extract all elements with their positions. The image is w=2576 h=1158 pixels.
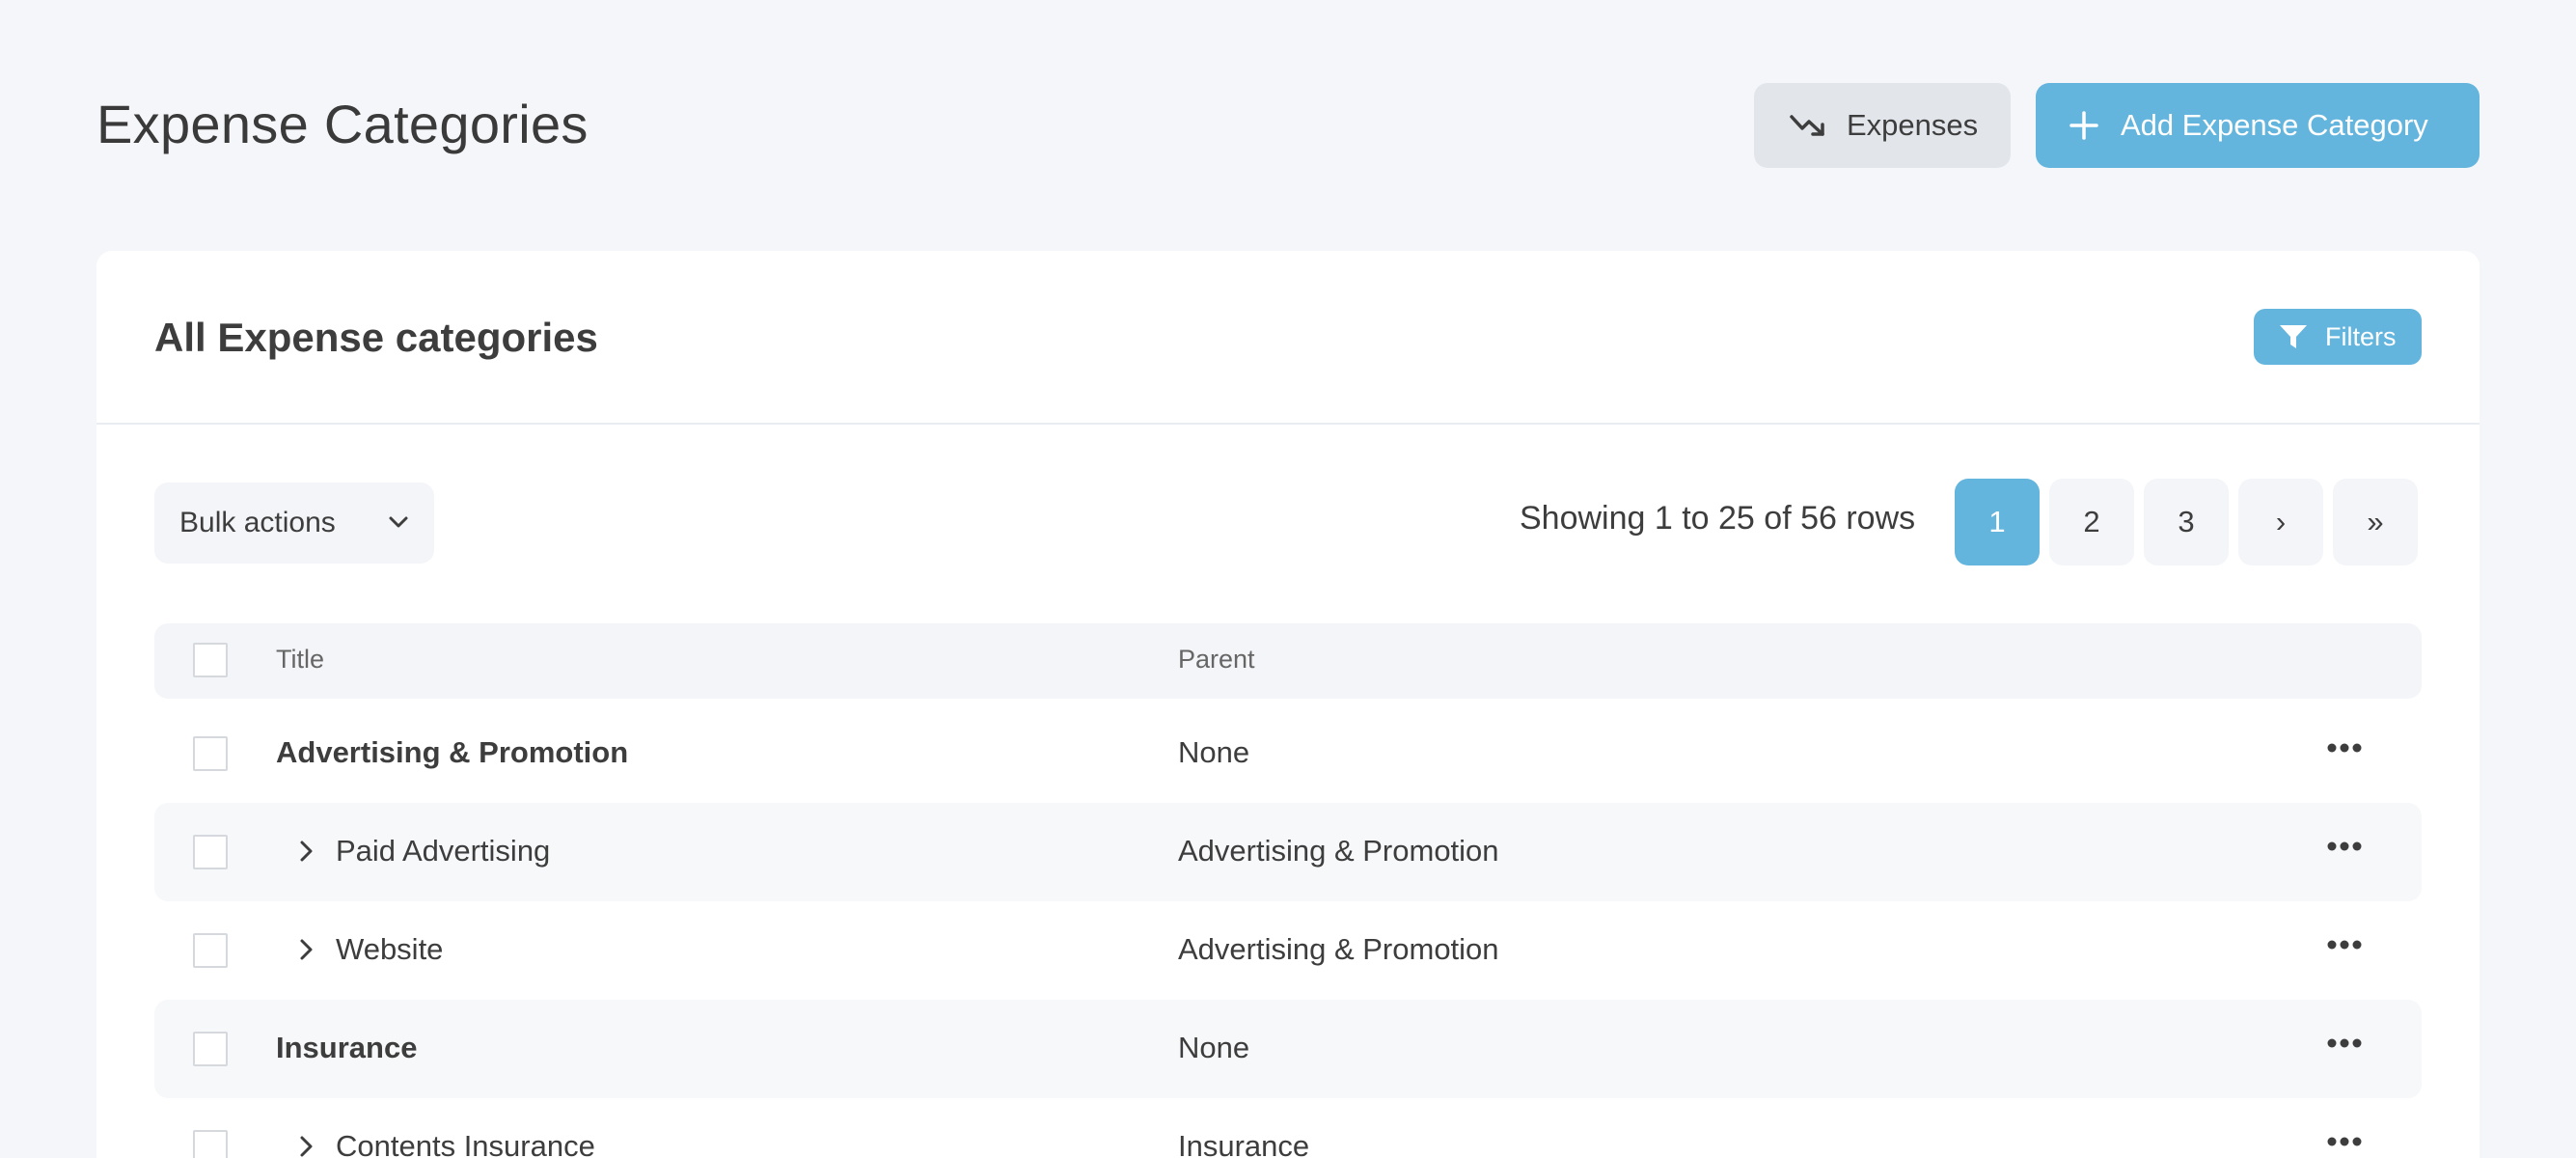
trending-down-icon xyxy=(1790,115,1824,136)
row-checkbox[interactable] xyxy=(193,835,228,869)
row-checkbox[interactable] xyxy=(193,933,228,968)
card-title: All Expense categories xyxy=(154,315,598,360)
add-expense-category-button[interactable]: Add Expense Category xyxy=(2036,83,2480,168)
last-page-button[interactable]: » xyxy=(2333,479,2418,565)
more-horizontal-icon[interactable] xyxy=(2327,840,2362,853)
bulk-actions-label: Bulk actions xyxy=(179,507,336,538)
table-row[interactable]: Contents Insurance Insurance xyxy=(154,1098,2422,1158)
add-expense-category-label: Add Expense Category xyxy=(2121,108,2428,142)
column-header-parent[interactable]: Parent xyxy=(1178,645,1255,675)
expenses-button-label: Expenses xyxy=(1847,108,1979,142)
page-button-2[interactable]: 2 xyxy=(2049,479,2134,565)
bulk-actions-select[interactable]: Bulk actions xyxy=(154,482,434,564)
expenses-button[interactable]: Expenses xyxy=(1754,83,2011,168)
page-title: Expense Categories xyxy=(96,94,589,154)
chevron-right-icon xyxy=(300,939,313,960)
row-parent: None xyxy=(1178,1031,1250,1064)
filters-button[interactable]: Filters xyxy=(2254,309,2422,365)
row-parent: None xyxy=(1178,735,1250,769)
divider xyxy=(96,423,2480,425)
row-checkbox[interactable] xyxy=(193,1032,228,1066)
table-row[interactable]: Website Advertising & Promotion xyxy=(154,901,2422,1000)
pagination-info: Showing 1 to 25 of 56 rows xyxy=(1520,500,1916,537)
more-horizontal-icon[interactable] xyxy=(2327,1135,2362,1148)
row-checkbox[interactable] xyxy=(193,736,228,771)
next-page-button[interactable]: › xyxy=(2238,479,2323,565)
more-horizontal-icon[interactable] xyxy=(2327,938,2362,951)
categories-card: All Expense categories Filters Bulk acti… xyxy=(96,251,2480,1158)
table-row[interactable]: Advertising & Promotion None xyxy=(154,704,2422,803)
row-title[interactable]: Website xyxy=(336,932,443,967)
row-title[interactable]: Contents Insurance xyxy=(336,1129,595,1158)
chevron-down-icon xyxy=(389,516,408,528)
plus-icon xyxy=(2069,111,2098,140)
row-checkbox[interactable] xyxy=(193,1130,228,1158)
filter-icon xyxy=(2280,325,2307,348)
row-title[interactable]: Insurance xyxy=(276,1031,417,1065)
chevron-right-icon xyxy=(300,1136,313,1157)
select-all-checkbox[interactable] xyxy=(193,643,228,677)
page-button-1[interactable]: 1 xyxy=(1955,479,2040,565)
chevron-right-icon xyxy=(300,841,313,862)
table-header: Title Parent xyxy=(154,623,2422,699)
row-title[interactable]: Advertising & Promotion xyxy=(276,735,628,770)
page: Expense Categories Expenses Add Expense … xyxy=(0,0,2576,1158)
row-title[interactable]: Paid Advertising xyxy=(336,834,550,868)
row-parent: Advertising & Promotion xyxy=(1178,932,1499,966)
row-parent: Advertising & Promotion xyxy=(1178,834,1499,868)
table-row[interactable]: Insurance None xyxy=(154,1000,2422,1098)
more-horizontal-icon[interactable] xyxy=(2327,741,2362,755)
filters-label: Filters xyxy=(2325,321,2397,351)
column-header-title[interactable]: Title xyxy=(276,645,324,675)
row-parent: Insurance xyxy=(1178,1129,1310,1158)
page-button-3[interactable]: 3 xyxy=(2144,479,2229,565)
more-horizontal-icon[interactable] xyxy=(2327,1036,2362,1050)
table-row[interactable]: Paid Advertising Advertising & Promotion xyxy=(154,803,2422,901)
